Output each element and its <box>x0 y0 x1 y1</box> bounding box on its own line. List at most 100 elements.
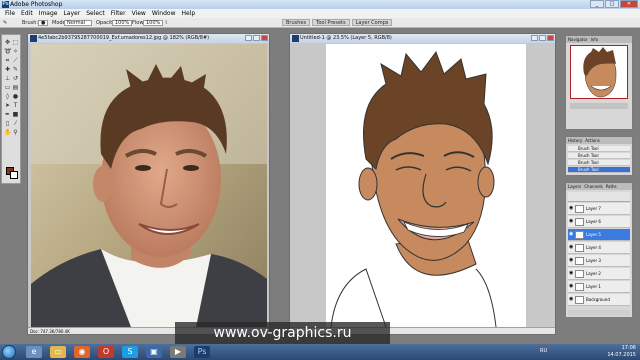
layer-row[interactable]: ◉ Layer 4 <box>568 242 630 254</box>
eye-icon[interactable]: ◉ <box>569 245 574 250</box>
eye-icon[interactable]: ◉ <box>569 206 574 211</box>
move-tool-icon[interactable]: ✥ <box>4 39 11 46</box>
tab-history[interactable]: History <box>568 137 582 144</box>
media-icon[interactable]: ▶ <box>170 346 186 358</box>
system-clock[interactable]: 17:06 14.07.2015 <box>607 345 636 359</box>
layer-row[interactable]: ◉ Layer 6 <box>568 216 630 228</box>
document-window-photo[interactable]: 4e5fabc2b93795287700019_Exf.umadores12.j… <box>27 33 270 335</box>
mode-select[interactable]: Normal <box>64 20 92 26</box>
history-item[interactable]: Brush Tool <box>568 160 630 166</box>
background-color-swatch[interactable] <box>10 171 18 179</box>
hand-tool-icon[interactable]: ✋ <box>4 129 11 136</box>
menu-view[interactable]: View <box>129 9 149 18</box>
menu-help[interactable]: Help <box>179 9 199 18</box>
magic-wand-tool-icon[interactable]: ✧ <box>12 48 19 55</box>
lasso-tool-icon[interactable]: ➰ <box>4 48 11 55</box>
opacity-input[interactable]: 100% <box>112 20 133 26</box>
document-title-bar[interactable]: Untitled-1 @ 23.5% (Layer 5, RGB/8) <box>290 34 555 43</box>
blur-tool-icon[interactable]: ◊ <box>4 93 11 100</box>
history-item[interactable]: Brush Tool <box>568 146 630 152</box>
layer-row[interactable]: ◉ Layer 3 <box>568 255 630 267</box>
tab-navigator[interactable]: Navigator <box>568 36 588 43</box>
type-tool-icon[interactable]: T <box>12 102 19 109</box>
menu-filter[interactable]: Filter <box>108 9 129 18</box>
doc-minimize-button[interactable] <box>531 35 538 41</box>
tab-info[interactable]: Info <box>591 36 599 43</box>
healing-brush-tool-icon[interactable]: ✚ <box>4 66 11 73</box>
photoshop-taskbar-icon[interactable]: Ps <box>194 346 210 358</box>
eye-icon[interactable]: ◉ <box>569 271 574 276</box>
gradient-tool-icon[interactable]: ▤ <box>12 84 19 91</box>
dodge-tool-icon[interactable]: ● <box>12 93 19 100</box>
tab-channels[interactable]: Channels <box>584 183 603 190</box>
layer-row[interactable]: ◉ Layer 2 <box>568 268 630 280</box>
eye-icon[interactable]: ◉ <box>569 297 574 302</box>
history-brush-tool-icon[interactable]: ↺ <box>12 75 19 82</box>
menu-layer[interactable]: Layer <box>60 9 83 18</box>
notes-tool-icon[interactable]: ▯ <box>4 120 11 127</box>
document-window-drawing[interactable]: Untitled-1 @ 23.5% (Layer 5, RGB/8) <box>289 33 556 335</box>
zoom-tool-icon[interactable]: ⚲ <box>12 129 19 136</box>
eye-icon[interactable]: ◉ <box>569 258 574 263</box>
eye-icon[interactable]: ◉ <box>569 284 574 289</box>
brush-preset-picker[interactable]: ● <box>38 20 48 26</box>
eye-icon[interactable]: ◉ <box>569 219 574 224</box>
menu-select[interactable]: Select <box>83 9 108 18</box>
history-item[interactable]: Brush Tool <box>568 153 630 159</box>
brush-tool-icon[interactable]: ✎ <box>3 20 7 26</box>
doc-close-button[interactable] <box>547 35 554 41</box>
tab-tool-presets[interactable]: Tool Presets <box>312 19 350 26</box>
tab-brushes[interactable]: Brushes <box>282 19 311 26</box>
firefox-icon[interactable]: ◉ <box>74 346 90 358</box>
menu-file[interactable]: File <box>2 9 18 18</box>
layer-row-selected[interactable]: ◉ Layer 5 <box>568 229 630 241</box>
minimize-button[interactable]: _ <box>590 0 604 8</box>
tab-actions[interactable]: Actions <box>585 137 600 144</box>
document-icon <box>292 35 299 42</box>
airbrush-icon[interactable]: ⌇ <box>165 20 167 26</box>
close-button[interactable]: ✕ <box>620 0 638 8</box>
doc-close-button[interactable] <box>261 35 268 41</box>
layer-row[interactable]: ◉ Layer 1 <box>568 281 630 293</box>
eye-icon[interactable]: ◉ <box>569 232 574 237</box>
history-item[interactable]: Brush Tool <box>568 167 630 173</box>
menu-window[interactable]: Window <box>149 9 179 18</box>
clone-stamp-tool-icon[interactable]: ⊥ <box>4 75 11 82</box>
document-title-bar[interactable]: 4e5fabc2b93795287700019_Exf.umadores12.j… <box>28 34 269 43</box>
doc-maximize-button[interactable] <box>539 35 546 41</box>
slice-tool-icon[interactable]: ⟋ <box>12 57 19 64</box>
brush-tool-icon[interactable]: ✎ <box>12 66 19 73</box>
ie-icon[interactable]: e <box>26 346 42 358</box>
layer-row[interactable]: ◉ Layer 7 <box>568 203 630 215</box>
tab-layers[interactable]: Layers <box>568 183 581 190</box>
flow-input[interactable]: 100% <box>143 20 164 26</box>
shape-tool-icon[interactable]: ■ <box>12 111 19 118</box>
doc-minimize-button[interactable] <box>245 35 252 41</box>
menu-image[interactable]: Image <box>36 9 61 18</box>
tab-paths[interactable]: Paths <box>606 183 617 190</box>
tab-layer-comps[interactable]: Layer Comps <box>351 19 393 26</box>
path-selection-tool-icon[interactable]: ➤ <box>4 102 11 109</box>
eraser-tool-icon[interactable]: ▭ <box>4 84 11 91</box>
photo-canvas[interactable] <box>31 44 267 327</box>
eyedropper-tool-icon[interactable]: ⁄ <box>12 120 19 127</box>
opera-icon[interactable]: O <box>98 346 114 358</box>
start-button[interactable] <box>2 345 16 359</box>
app-title: Adobe Photoshop <box>10 1 63 8</box>
drawing-canvas[interactable] <box>326 44 526 327</box>
navigator-zoom-slider[interactable] <box>570 103 628 109</box>
folder-icon[interactable]: ▭ <box>50 346 66 358</box>
crop-tool-icon[interactable]: ⌗ <box>4 57 11 64</box>
menu-edit[interactable]: Edit <box>18 9 36 18</box>
layer-row[interactable]: ◉ Background <box>568 294 630 306</box>
skype-icon[interactable]: S <box>122 346 138 358</box>
language-indicator[interactable]: RU <box>540 348 547 354</box>
app-icon[interactable]: ▣ <box>146 346 162 358</box>
doc-maximize-button[interactable] <box>253 35 260 41</box>
portrait-photo <box>31 44 267 327</box>
navigator-thumbnail[interactable] <box>570 45 628 99</box>
layers-footer-toolbar[interactable] <box>568 310 630 316</box>
marquee-tool-icon[interactable]: ⬚ <box>12 39 19 46</box>
pen-tool-icon[interactable]: ✒ <box>4 111 11 118</box>
maximize-button[interactable]: □ <box>605 0 619 8</box>
